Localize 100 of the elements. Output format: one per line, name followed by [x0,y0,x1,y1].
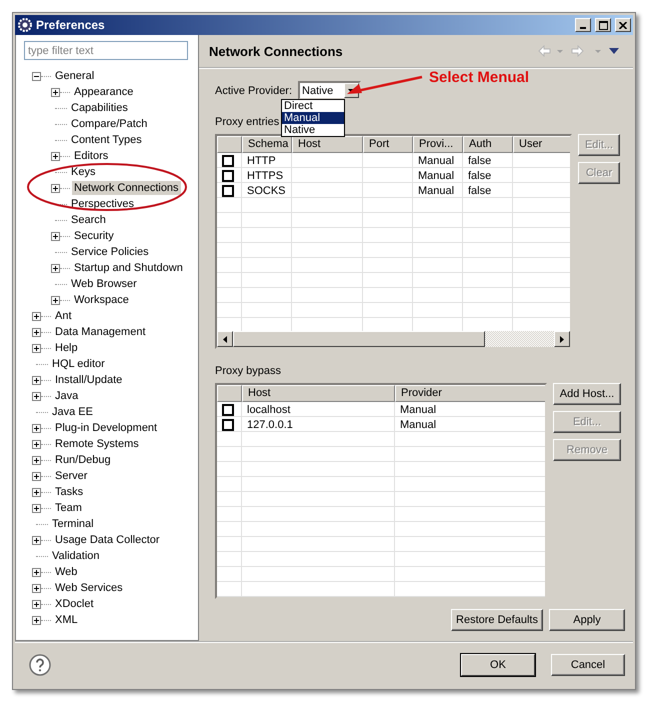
expand-icon[interactable] [32,504,41,512]
maximize-button[interactable] [595,18,611,32]
tree-item[interactable]: Run/Debug [53,453,113,467]
table-cell: Manual [400,418,436,432]
tree-item[interactable]: Plug-in Development [53,421,160,435]
page-title: Network Connections [209,44,344,58]
expand-icon[interactable] [32,472,41,480]
expand-icon[interactable] [32,488,41,496]
collapse-icon[interactable] [32,72,41,80]
expand-icon[interactable] [32,344,41,352]
checkbox[interactable] [222,170,234,182]
section-label: Proxy bypass [215,365,282,377]
tree-item[interactable]: Remote Systems [53,437,141,451]
window-title: Preferences [36,18,106,32]
tree-item[interactable]: Perspectives [69,197,136,211]
tree-item[interactable]: Service Policies [69,245,151,259]
tree-item[interactable]: Java [53,389,80,403]
table-cell: HTTP [247,154,276,168]
provider-dropdown[interactable]: Native [298,81,362,100]
tree-item[interactable]: Web Browser [69,277,139,291]
tree-item[interactable]: Content Types [69,133,144,147]
tree-item[interactable]: Compare/Patch [69,117,150,131]
tree-item[interactable]: Keys [69,165,98,179]
apply-button[interactable]: Apply [549,609,625,631]
help-icon[interactable] [29,654,51,676]
left-arrow-icon [223,336,227,342]
expand-icon[interactable] [51,264,60,272]
expand-icon[interactable] [32,312,41,320]
expand-icon[interactable] [32,568,41,576]
tree-item[interactable]: XML [53,613,80,627]
table-button[interactable]: Add Host... [553,383,621,405]
field-label: Active Provider: [215,84,292,96]
tree-item[interactable]: Search [69,213,108,227]
restore-defaults-button[interactable]: Restore Defaults [451,609,543,631]
table-cell: Manual [418,168,454,182]
tree-item[interactable]: Validation [50,549,102,563]
expand-icon[interactable] [32,392,41,400]
section-label: Proxy entries [215,116,280,128]
close-icon [619,22,627,28]
column-header[interactable]: Provi... [413,136,463,153]
column-header[interactable]: Port [363,136,413,153]
column-header[interactable]: Host [292,136,363,153]
tree-item[interactable]: Capabilities [69,101,130,115]
tree-item[interactable]: Editors [72,149,110,163]
tree-item[interactable]: XDoclet [53,597,96,611]
expand-icon[interactable] [51,296,60,304]
tree-item[interactable]: Terminal [50,517,96,531]
column-header[interactable]: Auth [463,136,513,153]
minimize-button[interactable] [575,18,591,32]
expand-icon[interactable] [51,88,60,96]
horizontal-scrollbar[interactable] [217,331,570,347]
checkbox[interactable] [222,154,234,166]
gear-icon [17,17,33,33]
tree-item[interactable]: Workspace [72,293,131,307]
dialog-button[interactable]: OK [461,654,535,676]
checkbox[interactable] [222,404,234,416]
tree-item[interactable]: HQL editor [50,357,107,371]
dialog-button[interactable]: Cancel [551,654,625,676]
tree-item[interactable]: Appearance [72,85,136,99]
table-cell: 127.0.0.1 [247,418,293,432]
tree-item[interactable]: Team [53,501,84,515]
expand-icon[interactable] [32,376,41,384]
tree-item[interactable]: Web [53,565,80,579]
expand-icon[interactable] [32,456,41,464]
tree-item[interactable]: Java EE [50,405,95,419]
expand-icon[interactable] [32,328,41,336]
expand-icon[interactable] [32,600,41,608]
table-cell: false [468,168,492,182]
column-header[interactable]: Host [242,385,395,402]
tree-item[interactable]: Security [72,229,116,243]
tree-item[interactable]: Install/Update [53,373,124,387]
tree-item[interactable]: Startup and Shutdown [72,261,185,275]
tree-item[interactable]: General [53,69,96,83]
tree-item[interactable]: Data Management [53,325,148,339]
table-cell: HTTPS [247,168,284,182]
expand-icon[interactable] [51,152,60,160]
close-button[interactable] [615,18,631,32]
column-header[interactable]: User [513,136,570,153]
dropdown-option[interactable]: Manual [282,112,344,124]
tree-item[interactable]: Help [53,341,80,355]
tree-item[interactable]: Ant [53,309,74,323]
tree-item[interactable]: Usage Data Collector [53,533,162,547]
column-header[interactable]: Schema [242,136,292,153]
expand-icon[interactable] [32,584,41,592]
filter-field[interactable]: type filter text [24,41,188,60]
right-arrow-icon [560,336,564,342]
tree-item[interactable]: Server [53,469,90,483]
checkbox[interactable] [222,184,234,196]
expand-icon[interactable] [51,232,60,240]
tree-item[interactable]: Network Connections [72,181,181,195]
tree-item[interactable]: Web Services [53,581,125,595]
expand-icon[interactable] [32,536,41,544]
checkbox[interactable] [222,418,234,430]
expand-icon[interactable] [32,440,41,448]
navigation-icons[interactable] [537,45,621,57]
expand-icon[interactable] [32,424,41,432]
expand-icon[interactable] [32,616,41,624]
expand-icon[interactable] [51,184,60,192]
tree-item[interactable]: Tasks [53,485,86,499]
column-header[interactable]: Provider [395,385,545,402]
